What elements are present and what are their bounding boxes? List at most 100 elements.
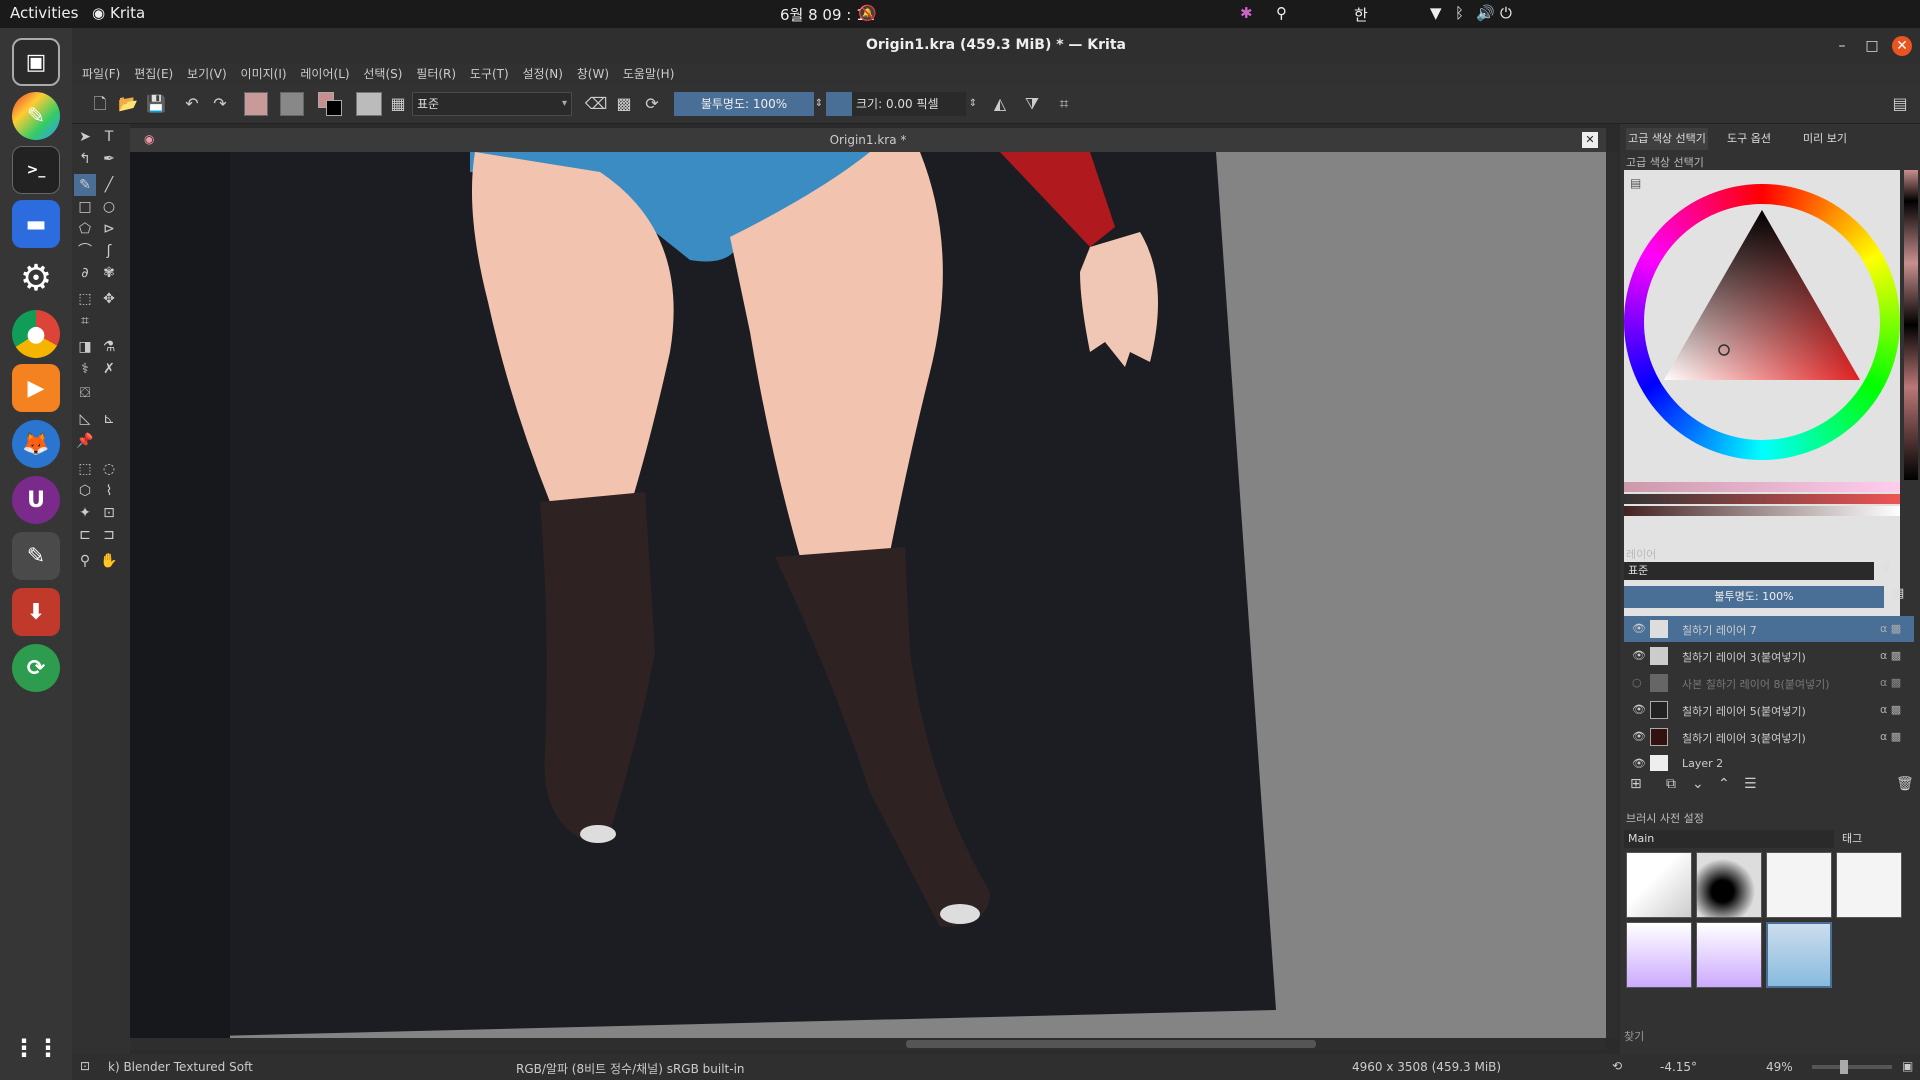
app-menu-icon[interactable]: ◉ bbox=[92, 4, 105, 22]
toolbar-menu-icon[interactable]: ▤ bbox=[1888, 92, 1912, 116]
opacity-spin-icon[interactable]: ⇕ bbox=[812, 92, 826, 116]
fg-bg-color-selector[interactable] bbox=[318, 92, 344, 116]
close-button[interactable]: ✕ bbox=[1892, 36, 1912, 56]
layer-alpha-icon[interactable]: α ▩ bbox=[1880, 622, 1901, 635]
layer-name[interactable]: 칠하기 레이어 3(붙여넣기) bbox=[1682, 730, 1806, 746]
polyline-tool-icon[interactable]: ⊳ bbox=[98, 218, 120, 240]
brush-preset-marker[interactable] bbox=[1626, 922, 1692, 988]
layer-row-5[interactable]: 👁 Layer 2 bbox=[1624, 751, 1914, 771]
move-tool-icon[interactable]: ✥ bbox=[98, 288, 120, 310]
workspace-grid-icon[interactable]: ▦ bbox=[386, 92, 410, 116]
size-slider[interactable]: 크기: 0.00 픽셀 bbox=[826, 92, 966, 116]
size-spin-icon[interactable]: ⇕ bbox=[966, 92, 980, 116]
shade-slider-2[interactable] bbox=[1624, 494, 1900, 504]
downloader-icon[interactable]: ⬇ bbox=[12, 588, 60, 636]
smart-patch-tool-icon[interactable]: ⚕ bbox=[74, 358, 96, 380]
layer-name[interactable]: 칠하기 레이어 7 bbox=[1682, 622, 1757, 638]
brush-preset-button[interactable] bbox=[356, 92, 382, 116]
polygon-select-tool-icon[interactable]: ⬡ bbox=[74, 480, 96, 502]
menu-filter[interactable]: 필터(R) bbox=[416, 64, 456, 84]
visibility-eye-icon[interactable]: 👁 bbox=[1632, 730, 1646, 743]
mirror-vertical-icon[interactable]: ⧩ bbox=[1020, 92, 1044, 116]
layer-filter-icon[interactable]: ⊽ bbox=[1882, 562, 1912, 580]
tab-tool-options[interactable]: 도구 옵션 bbox=[1712, 128, 1786, 150]
layer-name[interactable]: Layer 2 bbox=[1682, 757, 1723, 770]
layer-row-2[interactable]: ○ 사본 칠하기 레이어 8(붙여넣기) α ▩ bbox=[1624, 670, 1914, 696]
vertical-scrollbar[interactable] bbox=[1606, 152, 1618, 1038]
menu-layer[interactable]: 레이어(L) bbox=[300, 64, 349, 84]
duplicate-layer-icon[interactable]: ⧉ bbox=[1666, 776, 1676, 792]
shade-slider-3[interactable] bbox=[1624, 506, 1900, 516]
brush-tag-select[interactable]: Main bbox=[1624, 830, 1834, 848]
reference-tool-icon[interactable]: ⊾ bbox=[98, 408, 120, 430]
wifi-icon[interactable]: ▼ bbox=[1430, 4, 1442, 22]
layer-alpha-icon[interactable]: α ▩ bbox=[1880, 703, 1901, 716]
move-layer-up-icon[interactable]: ⌃ bbox=[1718, 776, 1730, 792]
undo-icon[interactable]: ↶ bbox=[180, 92, 204, 116]
measure-tool-icon[interactable]: ◺ bbox=[74, 408, 96, 430]
layer-name[interactable]: 칠하기 레이어 5(붙여넣기) bbox=[1682, 703, 1806, 719]
rect-select-tool-icon[interactable]: ⬚ bbox=[74, 458, 96, 480]
brush-preset-ink[interactable] bbox=[1836, 852, 1902, 918]
mirror-horizontal-icon[interactable]: ◭ bbox=[988, 92, 1012, 116]
freehand-path-tool-icon[interactable]: ʃ bbox=[98, 240, 120, 262]
save-icon[interactable]: 💾 bbox=[144, 92, 168, 116]
bluetooth-icon[interactable]: ᛒ bbox=[1455, 4, 1464, 22]
power-icon[interactable]: ⏻ bbox=[1500, 4, 1512, 22]
canvas[interactable] bbox=[130, 152, 1606, 1038]
preserve-alpha-icon[interactable]: ▩ bbox=[612, 92, 636, 116]
show-apps-grid-icon[interactable]: ⋮⋮ bbox=[12, 1024, 60, 1072]
brush-preset-airbrush[interactable] bbox=[1696, 852, 1762, 918]
zoom-tool-icon[interactable]: ⚲ bbox=[74, 550, 96, 572]
maximize-button[interactable]: □ bbox=[1862, 36, 1882, 56]
magnetic-select-tool-icon[interactable]: ⊐ bbox=[98, 524, 120, 546]
layer-blend-mode-select[interactable]: 표준 bbox=[1624, 562, 1874, 580]
freehand-brush-tool-icon[interactable]: ✎ bbox=[74, 174, 96, 196]
terminal-icon[interactable]: >_ bbox=[12, 146, 60, 194]
menu-image[interactable]: 이미지(I) bbox=[241, 64, 287, 84]
sv-triangle[interactable] bbox=[1624, 184, 1900, 460]
edit-shapes-tool-icon[interactable]: ↰ bbox=[74, 148, 96, 170]
layer-row-4[interactable]: 👁 칠하기 레이어 3(붙여넣기) α ▩ bbox=[1624, 724, 1914, 750]
settings-gear-icon[interactable]: ⚙ bbox=[12, 254, 60, 302]
ellipse-select-tool-icon[interactable]: ◌ bbox=[98, 458, 120, 480]
menu-settings[interactable]: 설정(N) bbox=[523, 64, 563, 84]
reload-preset-icon[interactable]: ⟳ bbox=[640, 92, 664, 116]
line-tool-icon[interactable]: ╱ bbox=[98, 174, 120, 196]
bezier-tool-icon[interactable]: ⌒ bbox=[74, 240, 96, 262]
pin-tool-icon[interactable]: 📌 bbox=[74, 430, 96, 452]
dynamic-brush-tool-icon[interactable]: ∂ bbox=[74, 262, 96, 284]
brush-tag-button[interactable]: 태그 bbox=[1842, 830, 1890, 848]
tab-advanced-color[interactable]: 고급 색상 선택기 bbox=[1626, 128, 1708, 150]
screenshot-app-icon[interactable]: ▣ bbox=[12, 38, 60, 86]
menu-edit[interactable]: 편집(E) bbox=[134, 64, 173, 84]
rotation-reset-icon[interactable]: ⟲ bbox=[1612, 1059, 1622, 1073]
polygon-tool-icon[interactable]: ⬠ bbox=[74, 218, 96, 240]
accessibility-icon[interactable]: ⚲ bbox=[1276, 4, 1287, 22]
blend-mode-select[interactable]: 표준 ▾ bbox=[412, 92, 572, 116]
menu-tools[interactable]: 도구(T) bbox=[470, 64, 509, 84]
visibility-hidden-icon[interactable]: ○ bbox=[1632, 676, 1642, 689]
visibility-eye-icon[interactable]: 👁 bbox=[1632, 757, 1646, 770]
bezier-select-tool-icon[interactable]: ⊏ bbox=[74, 524, 96, 546]
layer-name[interactable]: 사본 칠하기 레이어 8(붙여넣기) bbox=[1682, 676, 1830, 692]
color-history-strip[interactable] bbox=[1904, 170, 1918, 480]
volume-icon[interactable]: 🔊 bbox=[1476, 4, 1495, 22]
opacity-slider[interactable]: 불투명도: 100% bbox=[674, 92, 814, 116]
zoom-slider-handle[interactable] bbox=[1840, 1060, 1848, 1074]
fill-tool-icon[interactable]: ⛋ bbox=[74, 382, 96, 404]
layer-name[interactable]: 칠하기 레이어 3(붙여넣기) bbox=[1682, 649, 1806, 665]
menu-select[interactable]: 선택(S) bbox=[363, 64, 402, 84]
brush-preset-eraser[interactable] bbox=[1626, 852, 1692, 918]
files-icon[interactable]: ▬ bbox=[12, 200, 60, 248]
layer-settings-icon[interactable]: ☰ bbox=[1744, 776, 1757, 792]
visibility-eye-icon[interactable]: 👁 bbox=[1632, 703, 1646, 716]
menu-window[interactable]: 창(W) bbox=[577, 64, 609, 84]
input-method-indicator[interactable]: 한 bbox=[1354, 4, 1368, 25]
menu-help[interactable]: 도움말(H) bbox=[623, 64, 675, 84]
krita-active-icon[interactable]: ✎ bbox=[12, 532, 60, 580]
app-menu-label[interactable]: Krita bbox=[110, 4, 145, 22]
layer-properties-icon[interactable]: ▤ bbox=[1892, 586, 1912, 608]
layer-row-1[interactable]: 👁 칠하기 레이어 3(붙여넣기) α ▩ bbox=[1624, 643, 1914, 669]
color-indicator-icon[interactable]: ✱ bbox=[1240, 4, 1253, 22]
